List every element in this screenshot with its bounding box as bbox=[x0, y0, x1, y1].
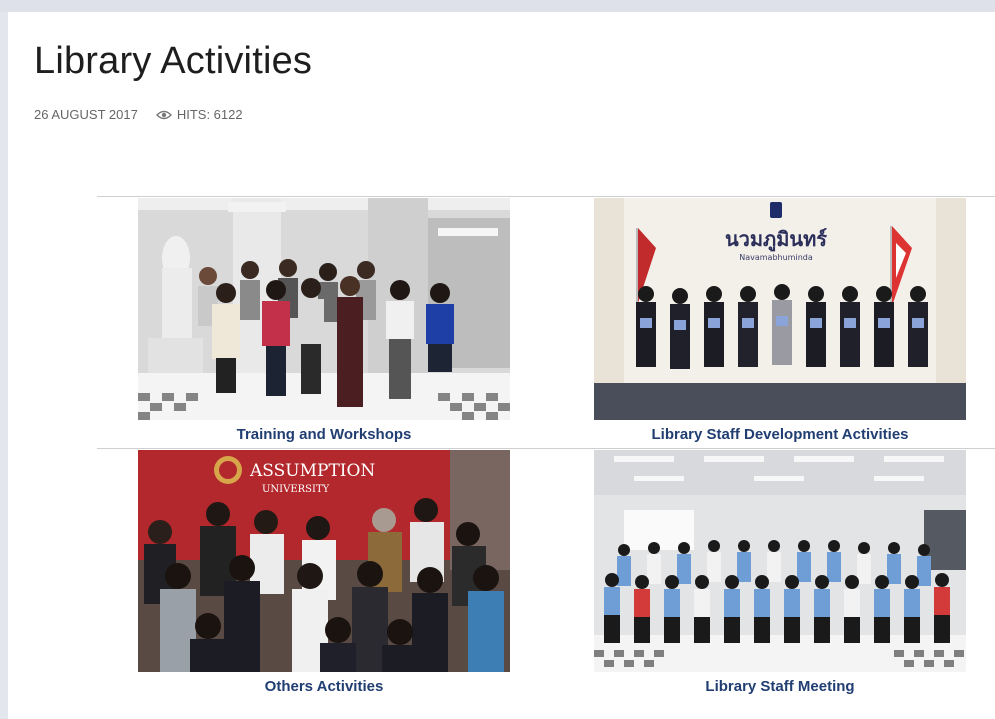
hits-info: HITS: 6122 bbox=[155, 107, 243, 122]
table-rule-top bbox=[97, 196, 995, 197]
table-rule-middle bbox=[97, 448, 995, 449]
gallery-caption[interactable]: Others Activities bbox=[138, 678, 510, 695]
staff-meeting-photo[interactable] bbox=[594, 450, 966, 672]
others-activities-photo[interactable]: ASSUMPTION UNIVERSITY bbox=[138, 450, 510, 672]
staff-development-photo[interactable]: นวมภูมินทร์ Navamabhuminda bbox=[594, 198, 966, 420]
hits-count: HITS: 6122 bbox=[176, 107, 243, 122]
gallery-item-staff-development: นวมภูมินทร์ Navamabhuminda Library Staff bbox=[594, 198, 966, 443]
eye-icon bbox=[155, 110, 172, 119]
banner-line-1: ASSUMPTION bbox=[249, 461, 375, 481]
article-page: Library Activities 26 AUGUST 2017 HITS: … bbox=[8, 12, 995, 719]
training-workshops-photo[interactable] bbox=[138, 198, 510, 420]
thai-sign-subtext: Navamabhuminda bbox=[739, 253, 813, 262]
publish-date: 26 AUGUST 2017 bbox=[34, 107, 138, 122]
banner-line-2: UNIVERSITY bbox=[262, 484, 330, 495]
thai-sign-text: นวมภูมินทร์ bbox=[725, 227, 827, 253]
gallery-caption[interactable]: Library Staff Meeting bbox=[594, 678, 966, 695]
gallery-caption[interactable]: Training and Workshops bbox=[138, 426, 510, 443]
article-meta: 26 AUGUST 2017 HITS: 6122 bbox=[34, 107, 243, 122]
gallery-item-training: Training and Workshops bbox=[138, 198, 510, 443]
top-strip bbox=[0, 0, 995, 12]
gallery-item-staff-meeting: Library Staff Meeting bbox=[594, 450, 966, 695]
gallery-item-others: ASSUMPTION UNIVERSITY Others Activities bbox=[138, 450, 510, 695]
gallery-caption[interactable]: Library Staff Development Activities bbox=[594, 426, 966, 443]
page-title: Library Activities bbox=[34, 40, 313, 82]
